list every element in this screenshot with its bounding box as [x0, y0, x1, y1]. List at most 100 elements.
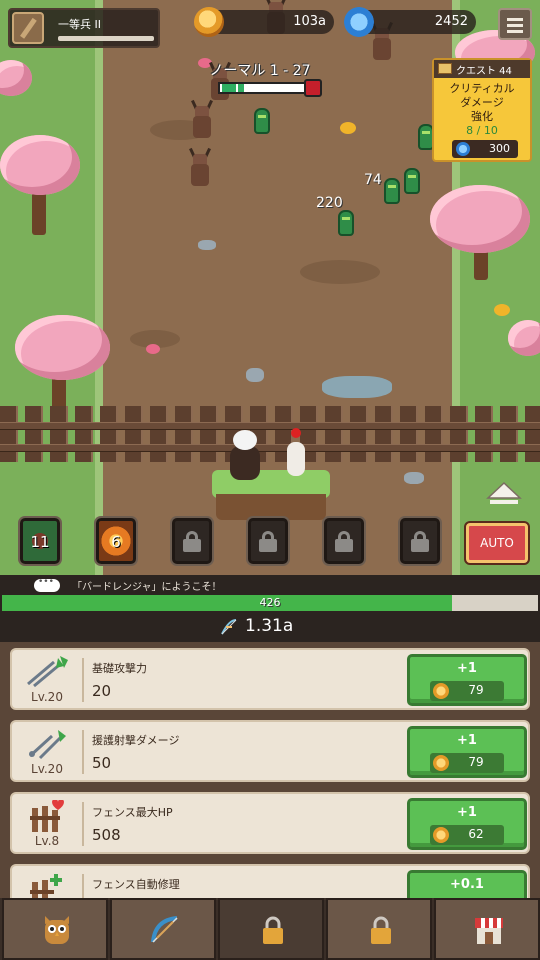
lock-icon — [411, 531, 429, 552]
tab-locked-1[interactable] — [218, 898, 324, 960]
chat-bubble-icon — [34, 577, 60, 592]
coin-icon — [433, 683, 449, 699]
quest-title-text: クエスト 44 — [456, 66, 512, 77]
upgrade-list[interactable]: Lv.20 基礎攻撃力 20 +1 79 Lv.20 援護射撃ダメージ 50 +… — [0, 642, 540, 898]
rank-progress-bar — [58, 36, 154, 41]
upgrade-increment: +1 — [457, 733, 477, 748]
eagle-character — [228, 430, 262, 482]
auto-button[interactable]: AUTO — [466, 523, 528, 563]
quest-reward-value: 300 — [489, 142, 510, 155]
upgrade-level: Lv.20 — [31, 690, 63, 704]
gem-value: 2452 — [434, 14, 468, 29]
stage-label: ノーマル 1 - 27 — [209, 63, 311, 79]
quest-reward: 300 — [452, 140, 518, 158]
coin-counter: 103a — [194, 7, 334, 37]
lock-icon — [259, 531, 277, 552]
skill-count: 6 — [111, 533, 121, 551]
quest-progress: 8 / 10 — [466, 124, 498, 137]
cherry-tree — [430, 180, 530, 280]
fence — [0, 400, 540, 466]
puddle — [322, 376, 392, 398]
owl-icon — [41, 914, 73, 946]
skill-slot-fire[interactable]: 6 — [96, 518, 136, 564]
wood-weapon-icon — [12, 12, 44, 44]
upgrade-cost-value: 79 — [468, 755, 484, 769]
fence-hp-bar: 426 — [2, 595, 538, 611]
upgrade-value: 20 — [92, 682, 112, 700]
upgrade-cost: 62 — [430, 825, 504, 845]
upgrade-row-fence-auto-repair: フェンス自動修理 +0.1 — [10, 864, 530, 898]
fence-repair-icon — [24, 872, 68, 898]
coin-icon — [194, 7, 224, 37]
divider — [82, 658, 84, 702]
deer-enemy — [188, 99, 216, 140]
upgrade-value: 50 — [92, 754, 112, 772]
attack-power-row: 1.31a — [0, 612, 540, 642]
game-field: 220 74 一等兵 II 103a 2452 ノーマル 1 - 27 クエスト… — [0, 0, 540, 575]
cherry-tree — [508, 320, 540, 360]
upgrade-buy-button[interactable]: +1 79 — [407, 654, 527, 706]
message-bar: 「バードレンジャ」にようこそ！ — [0, 576, 540, 594]
green-enemy — [404, 168, 420, 194]
upgrade-name: 基礎攻撃力 — [92, 662, 147, 675]
quest-description: クリティカル ダメージ 強化 — [434, 82, 530, 124]
deer-enemy — [186, 147, 214, 188]
cherry-tree — [0, 125, 90, 235]
coin-value: 103a — [293, 14, 326, 29]
skill-slot-locked[interactable] — [324, 518, 364, 564]
player-rank-panel[interactable]: 一等兵 II — [8, 8, 160, 48]
upgrade-buy-button[interactable]: +1 79 — [407, 726, 527, 778]
boss-skull-icon — [304, 79, 322, 97]
quest-panel[interactable]: クエスト 44 クリティカル ダメージ 強化 8 / 10 300 — [432, 58, 532, 162]
bow-icon — [220, 618, 238, 636]
gem-icon — [456, 142, 470, 156]
tab-locked-2[interactable] — [326, 898, 432, 960]
player-rank-label: 一等兵 II — [58, 18, 101, 31]
expand-up-arrow-icon[interactable] — [486, 480, 522, 506]
pink-flower — [146, 344, 160, 354]
skill-bar: 11 6 AUTO — [0, 510, 540, 575]
upgrade-buy-button[interactable]: +0.1 — [407, 870, 527, 898]
tab-bow[interactable] — [110, 898, 216, 960]
menu-button[interactable] — [498, 8, 532, 40]
gem-icon — [344, 7, 374, 37]
cherry-tree — [0, 60, 35, 100]
skill-slot-plant[interactable]: 11 — [20, 518, 60, 564]
upgrade-name: 援護射撃ダメージ — [92, 734, 180, 747]
fence-hp-value: 426 — [259, 596, 281, 609]
divider — [82, 874, 84, 898]
shop-icon — [473, 914, 505, 946]
yellow-flower — [494, 304, 510, 316]
scroll-icon — [438, 63, 452, 74]
damage-number: 74 — [364, 172, 382, 188]
upgrade-increment: +1 — [457, 805, 477, 820]
arrows-icon — [24, 656, 68, 688]
upgrade-increment: +1 — [457, 661, 477, 676]
skill-slot-locked[interactable] — [248, 518, 288, 564]
lock-icon — [335, 531, 353, 552]
upgrade-buy-button[interactable]: +1 62 — [407, 798, 527, 850]
upgrade-increment: +0.1 — [450, 877, 484, 892]
bottom-tab-bar — [0, 898, 540, 960]
quest-line-3: 強化 — [471, 110, 493, 123]
lock-icon — [365, 914, 397, 946]
upgrade-level: Lv.8 — [34, 834, 60, 848]
auto-label: AUTO — [480, 536, 514, 550]
message-text: 「バードレンジャ」にようこそ！ — [72, 582, 222, 593]
bow-icon — [149, 914, 181, 946]
skill-slot-locked[interactable] — [400, 518, 440, 564]
coin-icon — [433, 755, 449, 771]
skill-slot-locked[interactable] — [172, 518, 212, 564]
rock — [198, 240, 216, 250]
quest-title: クエスト 44 — [434, 60, 530, 78]
support-arrows-icon — [24, 728, 68, 760]
tab-owl[interactable] — [2, 898, 108, 960]
upgrade-cost: 79 — [430, 753, 504, 773]
upgrade-cost-value: 79 — [468, 683, 484, 697]
green-enemy — [384, 178, 400, 204]
lock-icon — [183, 531, 201, 552]
tab-shop[interactable] — [434, 898, 540, 960]
crane-character — [285, 428, 307, 484]
coin-icon — [433, 827, 449, 843]
damage-number: 220 — [316, 195, 343, 211]
